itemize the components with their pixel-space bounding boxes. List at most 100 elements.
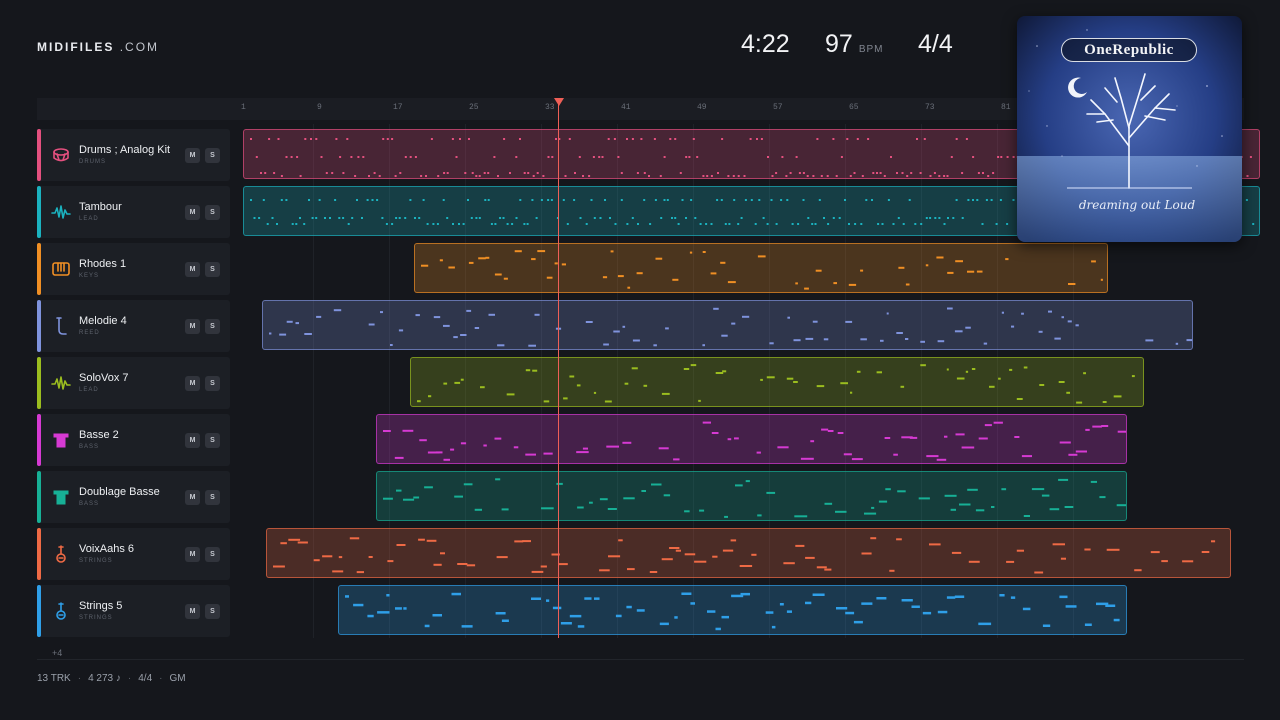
note-mark (503, 138, 506, 140)
note-mark (383, 497, 393, 500)
mute-button[interactable]: M (185, 433, 200, 448)
note-mark (271, 217, 274, 219)
track-header-voixaahs-6[interactable]: VoixAahs 6 STRINGS M S (37, 528, 230, 580)
note-mark (711, 432, 719, 434)
note-mark (998, 377, 1001, 380)
solo-button[interactable]: S (205, 262, 220, 277)
solo-button[interactable]: S (205, 490, 220, 505)
note-mark (394, 456, 404, 459)
note-mark (501, 508, 509, 511)
solo-button[interactable]: S (205, 547, 220, 562)
note-mark (550, 199, 553, 201)
note-mark (377, 611, 390, 614)
solo-button[interactable]: S (205, 148, 220, 163)
track-color-bar (37, 585, 41, 637)
note-mark (663, 494, 671, 497)
mute-button[interactable]: M (185, 604, 200, 619)
track-region-strings-5[interactable] (338, 585, 1127, 635)
track-region-voixaahs-6[interactable] (265, 528, 1231, 578)
track-header-strings-5[interactable]: Strings 5 STRINGS M S (37, 585, 230, 637)
track-name: Melodie 4 (79, 315, 127, 327)
mute-button[interactable]: M (185, 547, 200, 562)
note-mark (807, 217, 810, 219)
note-mark (804, 556, 815, 559)
note-mark (795, 544, 805, 547)
note-mark (771, 625, 776, 629)
note-mark (743, 175, 746, 177)
solo-button[interactable]: S (205, 376, 220, 391)
note-mark (373, 172, 376, 174)
track-header-doublage-basse[interactable]: Doublage Basse BASS M S (37, 471, 230, 523)
region-notes (345, 592, 1120, 631)
note-mark (443, 458, 450, 461)
track-region-melodie-4[interactable] (262, 300, 1193, 350)
note-mark (573, 199, 576, 201)
mute-button[interactable]: M (185, 490, 200, 505)
note-mark (999, 199, 1002, 201)
note-mark (421, 264, 429, 267)
track-region-basse-2[interactable] (376, 414, 1127, 464)
note-mark (653, 138, 656, 140)
note-mark (872, 172, 875, 174)
solo-button[interactable]: S (205, 319, 220, 334)
note-mark (527, 172, 530, 174)
note-mark (844, 199, 846, 201)
note-mark (909, 436, 918, 439)
track-header-melodie-4[interactable]: Melodie 4 REED M S (37, 300, 230, 352)
solo-button[interactable]: S (205, 604, 220, 619)
region-notes (383, 478, 1126, 518)
note-mark (354, 175, 357, 177)
note-mark (509, 172, 511, 174)
note-mark (513, 446, 519, 449)
track-header-rhodes-1[interactable]: Rhodes 1 KEYS M S (37, 243, 230, 295)
more-tracks-indicator[interactable]: +4 (52, 648, 62, 658)
note-mark (783, 562, 795, 565)
track-header-tambour[interactable]: Tambour LEAD M S (37, 186, 230, 238)
track-color-bar (37, 414, 41, 466)
note-mark (816, 385, 825, 388)
note-mark (742, 315, 750, 318)
note-mark (1014, 436, 1020, 438)
note-mark (433, 563, 442, 566)
solo-button[interactable]: S (205, 433, 220, 448)
mute-button[interactable]: M (185, 148, 200, 163)
note-mark (671, 217, 673, 219)
note-mark (604, 199, 606, 201)
note-mark (466, 564, 475, 567)
note-mark (514, 540, 523, 543)
note-mark (483, 172, 486, 174)
mute-button[interactable]: M (185, 376, 200, 391)
mute-button[interactable]: M (185, 262, 200, 277)
note-mark (599, 217, 602, 219)
note-mark (636, 172, 639, 174)
note-mark (789, 172, 792, 174)
solo-button[interactable]: S (205, 205, 220, 220)
track-region-solovox-7[interactable] (410, 357, 1144, 407)
note-mark (804, 287, 809, 290)
mute-button[interactable]: M (185, 319, 200, 334)
note-mark (876, 172, 878, 174)
site-logo[interactable]: MIDIFILES .COM (37, 40, 159, 54)
note-mark (1201, 551, 1210, 553)
track-region-rhodes-1[interactable] (414, 243, 1108, 293)
track-header-basse-2[interactable]: Basse 2 BASS M S (37, 414, 230, 466)
note-mark (398, 217, 401, 219)
note-mark (426, 223, 429, 225)
playhead-handle[interactable] (554, 98, 564, 106)
note-mark (848, 283, 857, 286)
track-region-doublage-basse[interactable] (376, 471, 1127, 521)
note-mark (861, 175, 864, 177)
playhead-line[interactable] (558, 104, 559, 638)
note-mark (1132, 375, 1135, 378)
track-header-solovox-7[interactable]: SoloVox 7 LEAD M S (37, 357, 230, 409)
note-mark (528, 344, 536, 347)
note-mark (672, 278, 679, 281)
note-mark (722, 549, 733, 552)
note-mark (484, 199, 487, 201)
note-mark (976, 270, 983, 273)
mute-button[interactable]: M (185, 205, 200, 220)
note-mark (699, 223, 702, 225)
note-mark (446, 172, 449, 174)
track-header-drums-analog-kit[interactable]: Drums ; Analog Kit DRUMS M S (37, 129, 230, 181)
note-mark (1022, 607, 1031, 611)
